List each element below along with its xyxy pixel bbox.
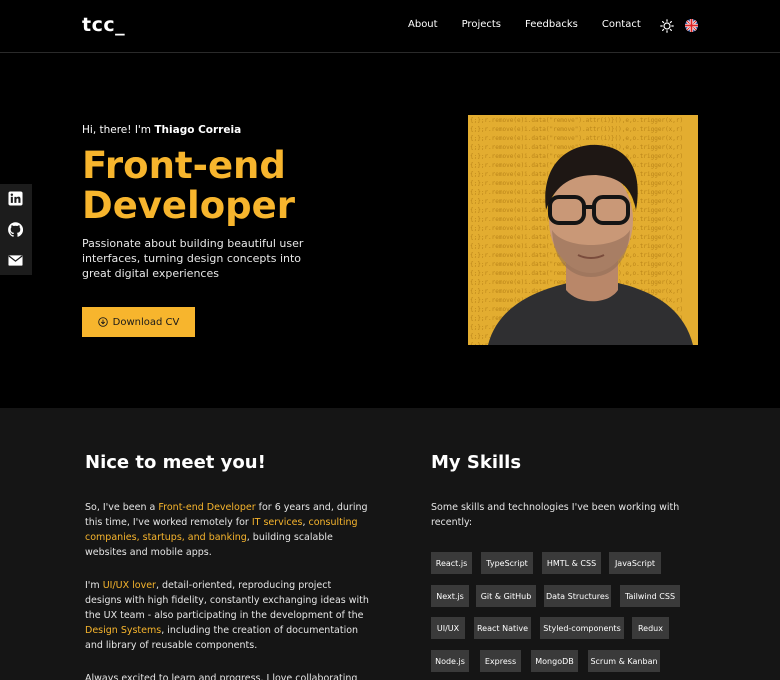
skill-chip: React Native bbox=[474, 617, 531, 639]
skill-chip: Git & GitHub bbox=[476, 585, 536, 607]
main-nav: About Projects Feedbacks Contact bbox=[408, 19, 665, 30]
text: I'm bbox=[85, 580, 103, 591]
skill-chip: HMTL & CSS bbox=[542, 552, 601, 574]
skill-chip: Tailwind CSS bbox=[620, 585, 680, 607]
about-paragraph-1: So, I've been a Front-end Developer for … bbox=[85, 500, 370, 560]
skill-chip: Redux bbox=[632, 617, 669, 639]
highlight: Front-end Developer bbox=[158, 502, 256, 513]
nav-link-about[interactable]: About bbox=[408, 19, 438, 30]
skill-chip: Express bbox=[480, 650, 521, 672]
download-cv-label: Download CV bbox=[112, 316, 180, 328]
nav-link-projects[interactable]: Projects bbox=[462, 19, 501, 30]
sun-icon[interactable] bbox=[660, 19, 674, 33]
uk-flag-icon[interactable] bbox=[685, 19, 698, 32]
text: So, I've been a bbox=[85, 502, 159, 513]
skill-chip: Data Structures bbox=[544, 585, 611, 607]
skill-chip: Scrum & Kanban bbox=[588, 650, 660, 672]
highlight: Design Systems bbox=[85, 625, 162, 636]
github-icon[interactable] bbox=[8, 222, 23, 237]
highlight: UI/UX lover bbox=[102, 580, 156, 591]
about-paragraph-3: Always excited to learn and progress. I … bbox=[85, 673, 358, 680]
profile-photo: {;};r.remove(e)i.data("remove").attr(i)}… bbox=[468, 115, 698, 345]
skill-chip: React.js bbox=[431, 552, 472, 574]
skill-chip: TypeScript bbox=[481, 552, 533, 574]
linkedin-icon[interactable] bbox=[8, 191, 23, 206]
site-header: tcc_ About Projects Feedbacks Contact bbox=[0, 0, 780, 53]
skill-chip: MongoDB bbox=[531, 650, 578, 672]
skills-intro: Some skills and technologies I've been w… bbox=[431, 502, 680, 528]
download-cv-button[interactable]: Download CV bbox=[82, 307, 195, 337]
developer-name: Thiago Correia bbox=[154, 124, 242, 136]
about-paragraph-2: I'm UI/UX lover, detail-oriented, reprod… bbox=[85, 578, 370, 653]
skill-chip: Node.js bbox=[431, 650, 469, 672]
skill-chip: UI/UX bbox=[431, 617, 465, 639]
nav-link-feedbacks[interactable]: Feedbacks bbox=[525, 19, 578, 30]
hero-description: Passionate about building beautiful user… bbox=[82, 237, 304, 280]
hero-title: Front-end Developer bbox=[82, 144, 295, 227]
about-title: Nice to meet you! bbox=[85, 452, 266, 473]
social-links-bar bbox=[0, 184, 32, 275]
hero-greeting: Hi, there! I'm Thiago Correia bbox=[82, 124, 241, 136]
skills-title: My Skills bbox=[431, 452, 522, 473]
nav-link-contact[interactable]: Contact bbox=[602, 19, 641, 30]
skill-chip: Styled-components bbox=[540, 617, 624, 639]
download-icon bbox=[97, 317, 108, 327]
mail-icon[interactable] bbox=[8, 253, 23, 268]
highlight: IT services bbox=[251, 517, 303, 528]
skill-chip: JavaScript bbox=[609, 552, 661, 574]
skill-chip: Next.js bbox=[431, 585, 469, 607]
greeting-prefix: Hi, there! I'm bbox=[82, 124, 155, 136]
site-logo[interactable]: tcc_ bbox=[82, 14, 125, 36]
